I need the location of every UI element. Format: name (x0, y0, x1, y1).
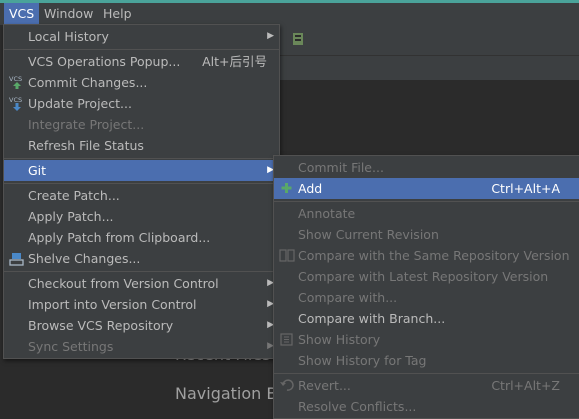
menu-item-refresh-file-status[interactable]: Refresh File Status (4, 135, 279, 156)
menu-item-import-version-control[interactable]: Import into Version Control ▶ (4, 294, 279, 315)
menu-vcs[interactable]: VCS (4, 3, 40, 25)
menu-item-compare-with[interactable]: Compare with... (274, 287, 579, 308)
menu-separator (4, 271, 279, 272)
menu-item-shortcut: Ctrl+Alt+A (491, 181, 560, 196)
toolbar (270, 25, 579, 56)
menu-item-label: Show History (298, 332, 381, 347)
menubar: VCS Window Help (0, 3, 579, 25)
submenu-arrow-icon: ▶ (267, 31, 274, 41)
menu-item-label: Update Project... (28, 96, 132, 111)
menu-item-revert[interactable]: Revert... Ctrl+Alt+Z (274, 375, 579, 396)
menu-item-label: Apply Patch... (28, 209, 114, 224)
menu-item-vcs-operations-popup[interactable]: VCS Operations Popup... Alt+后引号 (4, 51, 279, 72)
svg-text:VCS: VCS (9, 96, 22, 104)
menu-item-add[interactable]: Add Ctrl+Alt+A (274, 178, 579, 199)
menu-item-show-history-tag[interactable]: Show History for Tag (274, 350, 579, 371)
menu-item-shortcut: Alt+后引号 (202, 54, 267, 69)
menu-item-apply-patch[interactable]: Apply Patch... (4, 206, 279, 227)
menu-item-shortcut: Ctrl+Alt+Z (491, 378, 560, 393)
menu-item-label: Commit Changes... (28, 75, 148, 90)
diff-icon (279, 249, 295, 262)
svg-text:VCS: VCS (9, 75, 22, 83)
menu-item-label: Compare with... (298, 290, 398, 305)
menu-item-label: Resolve Conflicts... (298, 399, 417, 414)
menu-item-label: Local History (28, 29, 109, 44)
menu-separator (274, 373, 579, 374)
menu-item-label: Browse VCS Repository (28, 318, 174, 333)
menu-item-browse-vcs-repository[interactable]: Browse VCS Repository ▶ (4, 315, 279, 336)
menu-item-update-project[interactable]: VCS Update Project... (4, 93, 279, 114)
menu-separator (4, 49, 279, 50)
menu-separator (274, 201, 579, 202)
menu-item-apply-patch-clipboard[interactable]: Apply Patch from Clipboard... (4, 227, 279, 248)
menu-item-create-patch[interactable]: Create Patch... (4, 185, 279, 206)
menu-item-compare-branch[interactable]: Compare with Branch... (274, 308, 579, 329)
vcs-update-icon: VCS (9, 96, 22, 111)
menu-item-label: Show History for Tag (298, 353, 427, 368)
menu-item-label: Commit File... (298, 160, 384, 175)
plus-icon (281, 183, 292, 193)
menu-item-git[interactable]: Git ▶ (4, 160, 279, 181)
menu-item-checkout-version-control[interactable]: Checkout from Version Control ▶ (4, 273, 279, 294)
menu-item-sync-settings[interactable]: Sync Settings ▶ (4, 336, 279, 357)
menu-item-shelve-changes[interactable]: Shelve Changes... (4, 248, 279, 269)
menu-item-label: Add (298, 181, 323, 196)
menu-item-show-current-revision[interactable]: Show Current Revision (274, 224, 579, 245)
menu-separator (4, 158, 279, 159)
menu-item-label: Revert... (298, 378, 351, 393)
vcs-commit-icon: VCS (9, 75, 22, 89)
vcs-toolbar-icon[interactable] (290, 31, 306, 47)
shelve-icon (9, 253, 24, 266)
menu-item-label: Integrate Project... (28, 117, 145, 132)
menu-item-integrate-project[interactable]: Integrate Project... (4, 114, 279, 135)
history-icon (280, 333, 293, 346)
editor-tab-strip (270, 56, 579, 81)
menu-item-label: Import into Version Control (28, 297, 197, 312)
menu-item-label: Shelve Changes... (28, 251, 141, 266)
menu-help[interactable]: Help (98, 3, 137, 25)
menu-window[interactable]: Window (39, 3, 98, 25)
menu-item-label: Checkout from Version Control (28, 276, 219, 291)
menu-item-label: Compare with Latest Repository Version (298, 269, 549, 284)
menu-item-label: Compare with the Same Repository Version (298, 248, 570, 263)
menu-item-label: Sync Settings (28, 339, 114, 354)
menu-item-commit-changes[interactable]: VCS Commit Changes... (4, 72, 279, 93)
menu-item-label: Create Patch... (28, 188, 120, 203)
menu-item-label: Annotate (298, 206, 356, 221)
menu-item-label: Compare with Branch... (298, 311, 446, 326)
menu-separator (4, 183, 279, 184)
menu-item-label: Git (28, 163, 47, 178)
menu-item-show-history[interactable]: Show History (274, 329, 579, 350)
menu-item-commit-file[interactable]: Commit File... (274, 157, 579, 178)
menu-item-label: VCS Operations Popup... (28, 54, 181, 69)
menu-item-compare-same-repo[interactable]: Compare with the Same Repository Version (274, 245, 579, 266)
menu-item-resolve-conflicts[interactable]: Resolve Conflicts... (274, 396, 579, 417)
git-submenu: Commit File... Add Ctrl+Alt+A Annotate S… (273, 155, 579, 419)
menu-item-compare-latest-repo[interactable]: Compare with Latest Repository Version (274, 266, 579, 287)
menu-item-local-history[interactable]: Local History ▶ (4, 26, 279, 47)
menu-item-label: Apply Patch from Clipboard... (28, 230, 211, 245)
menu-item-label: Refresh File Status (28, 138, 144, 153)
menu-item-label: Show Current Revision (298, 227, 439, 242)
revert-icon (280, 379, 294, 391)
menu-item-annotate[interactable]: Annotate (274, 203, 579, 224)
vcs-menu: Local History ▶ VCS Operations Popup... … (3, 24, 280, 359)
